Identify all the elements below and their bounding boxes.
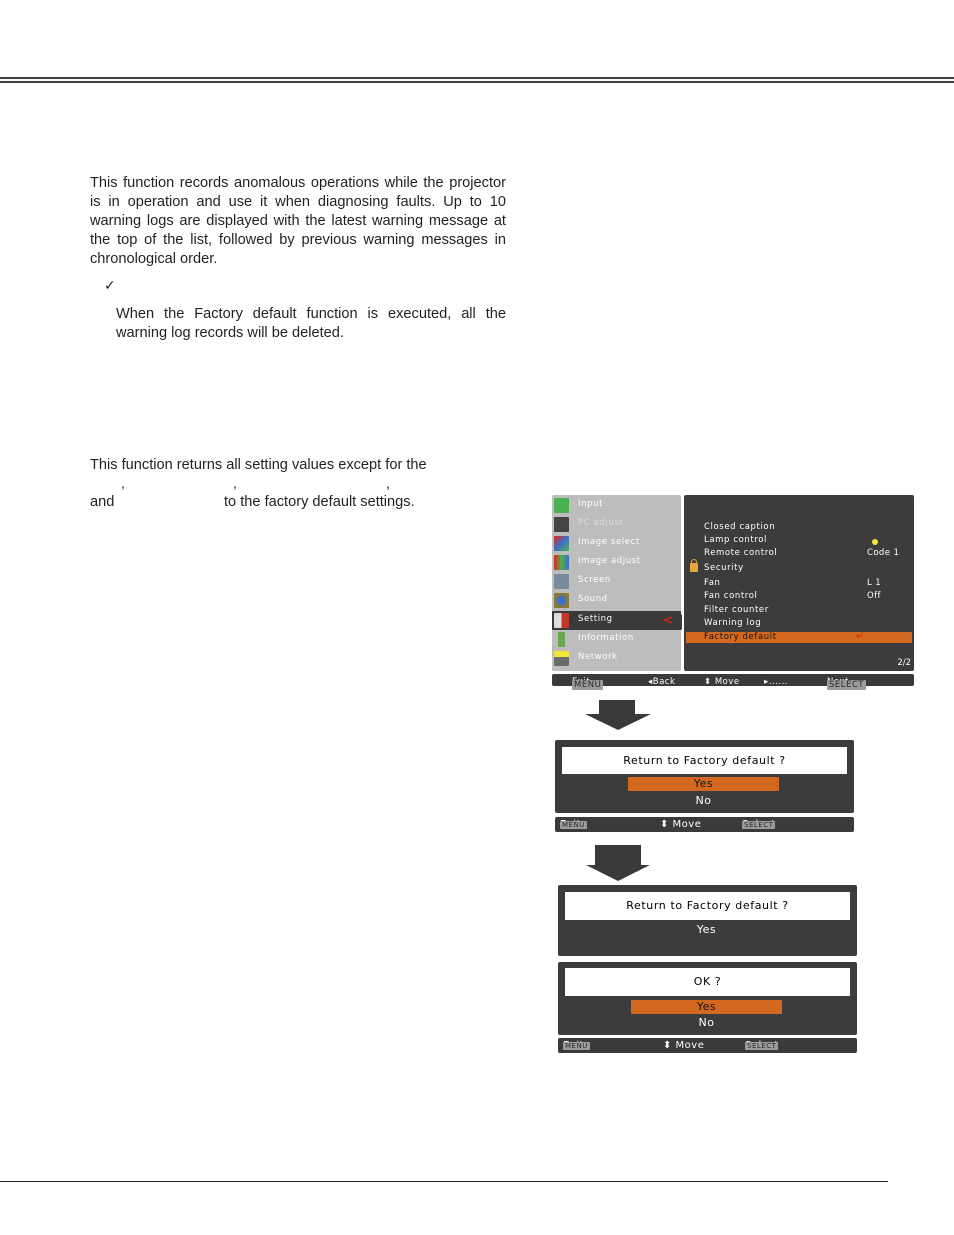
- menu-key-icon: MENU: [572, 680, 604, 690]
- page-indicator: 2/2: [897, 658, 911, 668]
- warning-log-description: This function records anomalous operatio…: [90, 175, 506, 267]
- menu-item-screen[interactable]: Screen: [552, 572, 681, 591]
- remote-control-value: Code 1: [867, 548, 900, 558]
- network-icon: [554, 651, 569, 666]
- dialog-question: Return to Factory default ?: [562, 747, 847, 774]
- factory-default-confirm-dialog: Return to Factory default ? Yes No: [555, 740, 854, 813]
- move-hint: ⬍ Move: [704, 677, 740, 687]
- next-hint: SELECTNext: [827, 677, 866, 690]
- factory-default-description-line1: This function returns all setting values…: [90, 457, 427, 473]
- select-key-icon: SELECT: [742, 821, 776, 829]
- comma: ,: [233, 475, 237, 491]
- menu-item-pc-adjust[interactable]: PC adjust: [552, 515, 681, 534]
- submenu-item-factory-default[interactable]: Factory default: [704, 632, 777, 642]
- menu-item-information[interactable]: Information: [552, 630, 681, 649]
- osd-setting-submenu: ↵ Closed caption Lamp control Remote con…: [684, 495, 914, 671]
- yes-answer: Yes: [696, 923, 717, 936]
- exit-hint: MENUExit: [572, 677, 604, 690]
- warning-log-note: When the Factory default function is exe…: [116, 306, 506, 341]
- fan-control-value: Off: [867, 591, 881, 601]
- menu-pointer: [674, 614, 682, 630]
- pc-adjust-icon: [554, 517, 569, 532]
- menu-item-network[interactable]: Network: [552, 649, 681, 668]
- menu-item-image-select[interactable]: Image select: [552, 534, 681, 553]
- submenu-item-filter-counter[interactable]: Filter counter: [704, 605, 769, 615]
- submenu-item-closed-caption[interactable]: Closed caption: [704, 522, 775, 532]
- down-arrow-icon: [585, 700, 651, 732]
- setting-icon: [554, 613, 569, 628]
- dialog-status-bar: MENUExit ⬍ Move SELECTSelect: [558, 1038, 857, 1053]
- lock-icon: [690, 559, 698, 572]
- menu-item-image-adjust[interactable]: Image adjust: [552, 553, 681, 572]
- menu-status-bar: MENUExit ◂Back ⬍ Move ▸...... SELECTNext: [552, 674, 914, 690]
- move-hint: ⬍ Move: [660, 819, 702, 830]
- dialog-question: OK ?: [565, 968, 850, 996]
- footer-rule: [0, 1181, 888, 1182]
- factory-default-description-line2: to the factory default settings.: [224, 494, 415, 510]
- exit-hint: MENUExit: [563, 1040, 590, 1051]
- header-rule-bottom: [0, 81, 954, 83]
- menu-key-icon: MENU: [560, 821, 587, 829]
- enter-icon: ↵: [856, 632, 864, 642]
- select-key-icon: SELECT: [827, 680, 866, 690]
- submenu-item-fan-control[interactable]: Fan control: [704, 591, 757, 601]
- select-hint: SELECTSelect: [745, 1040, 779, 1051]
- next-glyph-hint: ▸......: [764, 677, 788, 687]
- osd-main-menu: Input PC adjust Image select Image adjus…: [552, 495, 681, 671]
- submenu-item-remote-control[interactable]: Remote control: [704, 548, 777, 558]
- select-hint: SELECTSelect: [742, 819, 776, 830]
- exit-hint: MENUExit: [560, 819, 587, 830]
- select-key-icon: SELECT: [745, 1042, 779, 1050]
- move-hint: ⬍ Move: [663, 1040, 705, 1051]
- submenu-item-fan[interactable]: Fan: [704, 578, 721, 588]
- ok-confirm-dialog: OK ? Yes No: [558, 962, 857, 1035]
- input-icon: [554, 498, 569, 513]
- submenu-item-lamp-control[interactable]: Lamp control: [704, 535, 767, 545]
- header-rule-top: [0, 77, 954, 79]
- sound-icon: [554, 593, 569, 608]
- submenu-item-security[interactable]: Security: [704, 563, 744, 573]
- dialog-question: Return to Factory default ?: [565, 892, 850, 920]
- image-select-icon: [554, 536, 569, 551]
- screen-icon: [554, 574, 569, 589]
- factory-default-and: and: [90, 494, 115, 510]
- information-icon: [558, 632, 565, 647]
- back-hint: ◂Back: [648, 677, 676, 687]
- lamp-icon: [872, 539, 878, 545]
- comma: ,: [386, 475, 390, 491]
- fan-value: L 1: [867, 578, 882, 588]
- comma: ,: [121, 475, 125, 491]
- image-adjust-icon: [554, 555, 569, 570]
- menu-item-sound[interactable]: Sound: [552, 591, 681, 610]
- menu-item-setting[interactable]: Setting <: [552, 611, 681, 630]
- factory-default-answered-dialog: Return to Factory default ? Yes: [558, 885, 857, 956]
- menu-item-input[interactable]: Input: [552, 496, 681, 515]
- no-option[interactable]: No: [628, 794, 779, 808]
- no-option[interactable]: No: [631, 1016, 782, 1030]
- checkmark-icon: ✓: [104, 278, 116, 294]
- menu-key-icon: MENU: [563, 1042, 590, 1050]
- dialog-status-bar: MENUExit ⬍ Move SELECTSelect: [555, 817, 854, 832]
- yes-option[interactable]: Yes: [628, 777, 779, 791]
- yes-option[interactable]: Yes: [631, 1000, 782, 1014]
- down-arrow-icon: [586, 845, 650, 881]
- submenu-item-warning-log[interactable]: Warning log: [704, 618, 761, 628]
- chevron-left-icon: <: [662, 613, 673, 627]
